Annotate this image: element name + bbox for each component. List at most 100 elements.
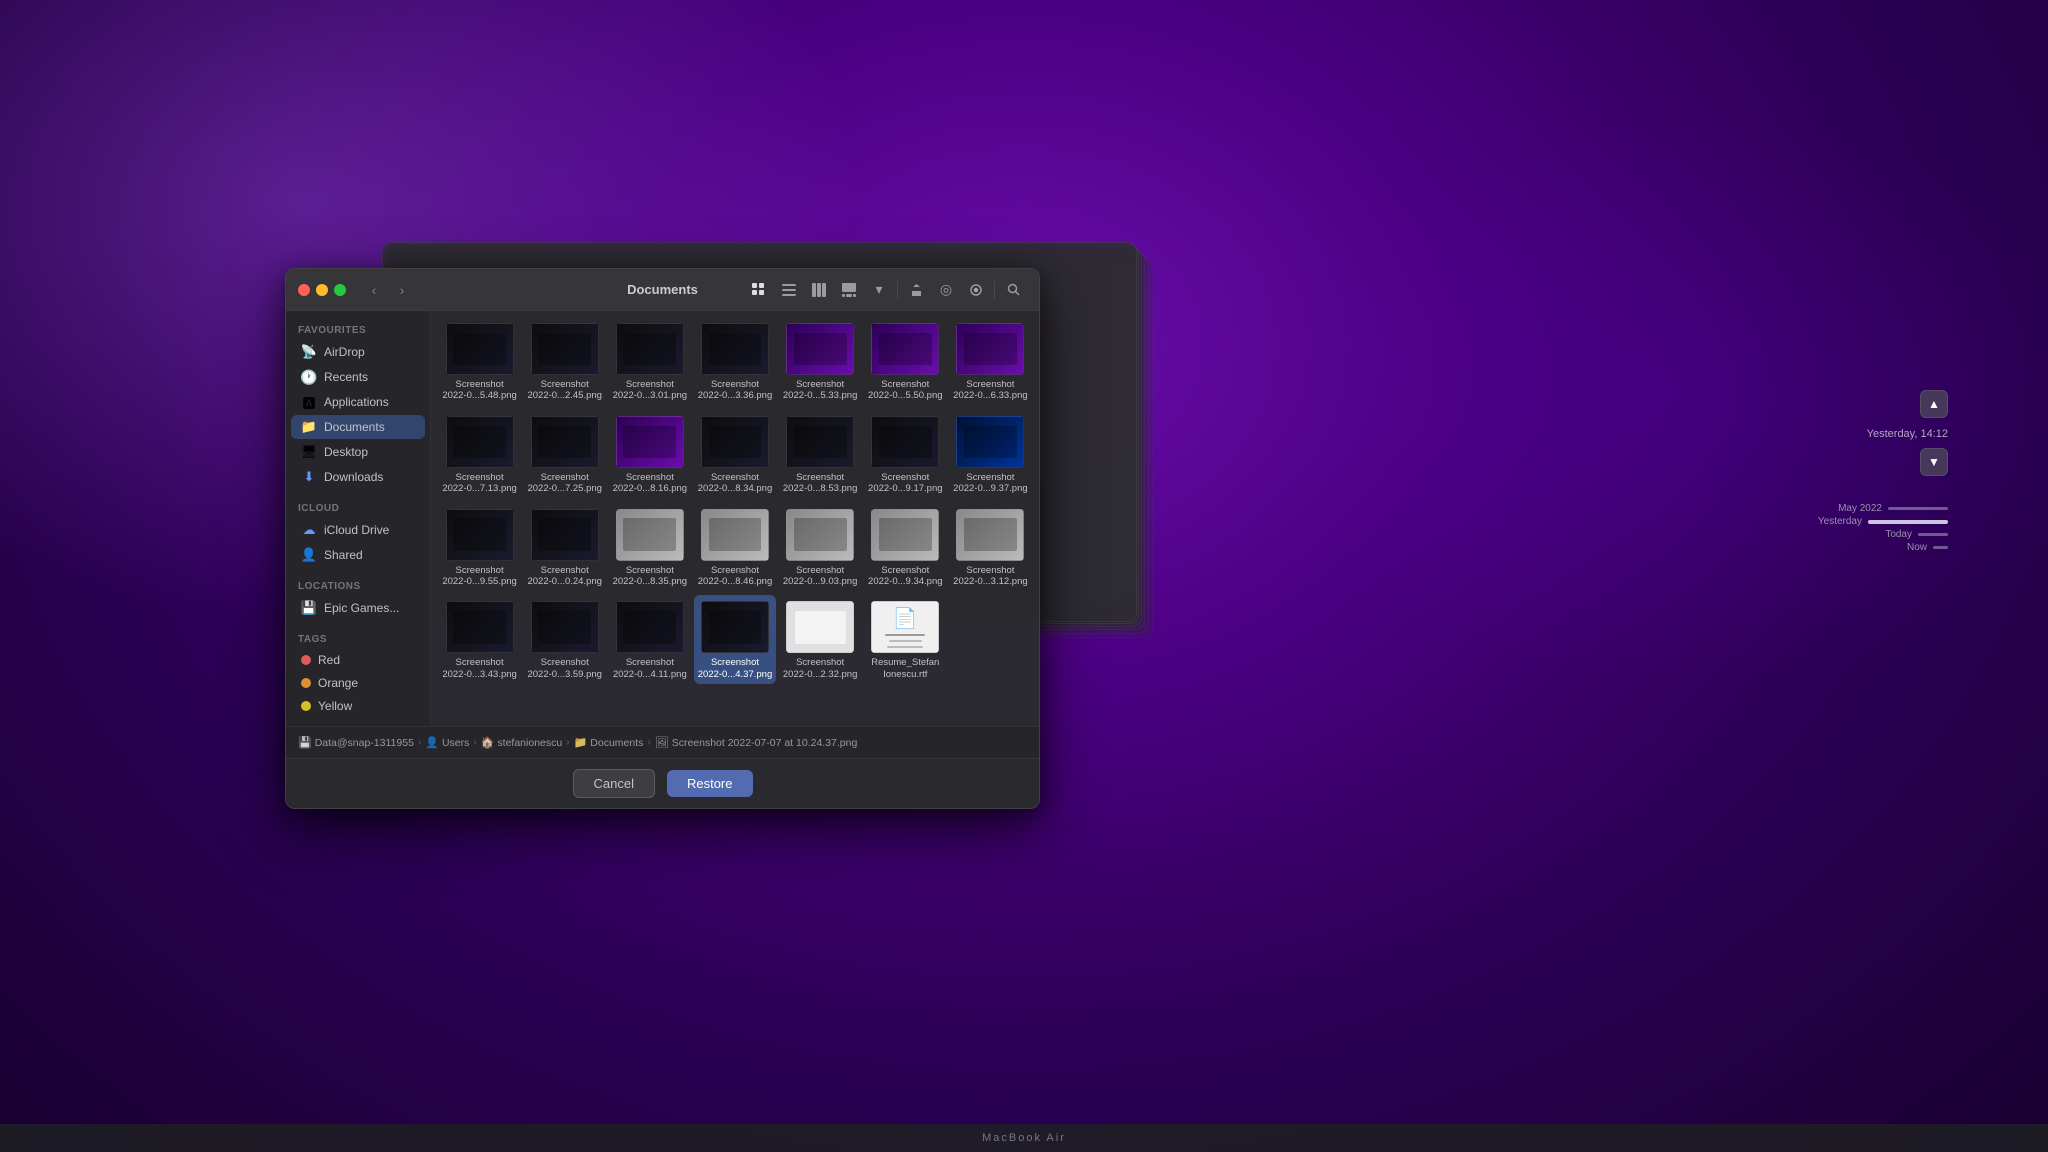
restore-button[interactable]: Restore (667, 770, 753, 797)
file-item[interactable]: Screenshot2022-0...0.24.png (524, 503, 605, 592)
file-item[interactable]: Screenshot2022-0...2.32.png (780, 595, 861, 684)
file-name: Screenshot2022-0...9.55.png (442, 565, 516, 588)
shared-icon: 👤 (301, 547, 317, 563)
sidebar-item-tag-yellow[interactable]: Yellow (291, 695, 425, 717)
file-thumbnail (701, 601, 769, 653)
view-gallery-button[interactable] (835, 276, 863, 304)
sidebar-item-downloads[interactable]: ⬇ Downloads (291, 465, 425, 489)
taskbar-label: MacBook Air (982, 1132, 1066, 1144)
file-thumbnail (701, 416, 769, 468)
share-button[interactable] (902, 276, 930, 304)
file-name: Screenshot2022-0...3.01.png (613, 379, 687, 402)
path-item-0[interactable]: 💾 Data@snap-1311955 (298, 736, 414, 749)
file-item[interactable]: Screenshot2022-0...4.37.png (694, 595, 775, 684)
tag-orange-label: Orange (318, 676, 358, 690)
favourites-label: Favourites (286, 319, 430, 339)
file-item[interactable]: Screenshot2022-0...3.59.png (524, 595, 605, 684)
file-item[interactable]: Screenshot2022-0...8.53.png (780, 410, 861, 499)
file-item[interactable]: Screenshot2022-0...3.36.png (694, 317, 775, 406)
sidebar-shared-label: Shared (324, 548, 363, 562)
file-thumbnail (616, 601, 684, 653)
back-button[interactable]: ‹ (362, 278, 386, 302)
icloud-drive-icon: ☁ (301, 522, 317, 538)
view-columns-button[interactable] (805, 276, 833, 304)
view-more-button[interactable]: ▾ (865, 276, 893, 304)
sidebar-item-tag-red[interactable]: Red (291, 649, 425, 671)
file-item[interactable]: Screenshot2022-0...9.17.png (865, 410, 946, 499)
timeline-row-now: Now (1867, 542, 1948, 553)
path-icon-1: 👤 (425, 736, 439, 749)
timeline-down-button[interactable]: ▼ (1920, 448, 1948, 476)
file-item[interactable]: Screenshot2022-0...7.25.png (524, 410, 605, 499)
path-item-2[interactable]: 🏠 stefanionescu (481, 736, 563, 749)
file-item[interactable]: Screenshot2022-0...3.01.png (609, 317, 690, 406)
file-item[interactable]: Screenshot2022-0...5.33.png (780, 317, 861, 406)
file-item[interactable]: Screenshot2022-0...8.16.png (609, 410, 690, 499)
file-name: Screenshot2022-0...3.59.png (527, 657, 601, 680)
path-item-4[interactable]: 🖼 Screenshot 2022-07-07 at 10.24.37.png (655, 736, 858, 749)
sidebar-item-icloud-drive[interactable]: ☁ iCloud Drive (291, 518, 425, 542)
file-name: Screenshot2022-0...7.13.png (442, 472, 516, 495)
file-thumbnail (786, 323, 854, 375)
close-button[interactable] (298, 284, 310, 296)
file-item[interactable]: Screenshot2022-0...5.48.png (439, 317, 520, 406)
path-item-3[interactable]: 📁 Documents (574, 736, 644, 749)
path-separator-3: › (647, 737, 650, 748)
file-grid: Screenshot2022-0...5.48.png Screenshot20… (439, 317, 1031, 684)
tag-button[interactable]: ◎ (932, 276, 960, 304)
path-separator-2: › (566, 737, 569, 748)
file-item[interactable]: Screenshot2022-0...9.03.png (780, 503, 861, 592)
maximize-button[interactable] (334, 284, 346, 296)
path-item-1[interactable]: 👤 Users (425, 736, 469, 749)
file-name: Screenshot2022-0...3.36.png (698, 379, 772, 402)
file-thumbnail (531, 601, 599, 653)
minimize-button[interactable] (316, 284, 328, 296)
file-item[interactable]: Screenshot2022-0...3.12.png (950, 503, 1031, 592)
sidebar-item-epic-games[interactable]: 💾 Epic Games... (291, 596, 425, 620)
file-name: Screenshot2022-0...3.43.png (442, 657, 516, 680)
file-thumbnail (531, 509, 599, 561)
file-item[interactable]: Screenshot2022-0...6.33.png (950, 317, 1031, 406)
file-item[interactable]: Screenshot2022-0...2.45.png (524, 317, 605, 406)
search-button[interactable] (999, 276, 1027, 304)
file-name: Screenshot2022-0...6.33.png (953, 379, 1027, 402)
file-thumbnail (531, 323, 599, 375)
sidebar-icloud-drive-label: iCloud Drive (324, 523, 389, 537)
file-name: Screenshot2022-0...5.33.png (783, 379, 857, 402)
file-item[interactable]: Screenshot2022-0...4.11.png (609, 595, 690, 684)
path-bar: 💾 Data@snap-1311955 › 👤 Users › 🏠 stefan… (286, 726, 1039, 758)
titlebar: ‹ › Documents (286, 269, 1039, 311)
timeline-up-button[interactable]: ▲ (1920, 390, 1948, 418)
file-grid-area[interactable]: Screenshot2022-0...5.48.png Screenshot20… (431, 311, 1039, 726)
action-button[interactable] (962, 276, 990, 304)
sidebar-item-shared[interactable]: 👤 Shared (291, 543, 425, 567)
sidebar-item-applications[interactable]: 🅰 Applications (291, 390, 425, 414)
file-item[interactable]: Screenshot2022-0...7.13.png (439, 410, 520, 499)
view-icon-grid-button[interactable] (745, 276, 773, 304)
sidebar-item-recents[interactable]: 🕐 Recents (291, 365, 425, 389)
file-name: Screenshot2022-0...8.34.png (698, 472, 772, 495)
file-thumbnail (701, 509, 769, 561)
epic-games-icon: 💾 (301, 600, 317, 616)
file-item[interactable]: Screenshot2022-0...8.46.png (694, 503, 775, 592)
file-item[interactable]: Screenshot2022-0...9.37.png (950, 410, 1031, 499)
sidebar-item-desktop[interactable]: 🖥 Desktop (291, 440, 425, 464)
cancel-button[interactable]: Cancel (573, 769, 655, 798)
timeline-row-today: Today (1852, 529, 1948, 540)
view-list-button[interactable] (775, 276, 803, 304)
file-item[interactable]: Screenshot2022-0...5.50.png (865, 317, 946, 406)
file-item[interactable]: Screenshot2022-0...9.34.png (865, 503, 946, 592)
file-thumbnail (446, 323, 514, 375)
forward-button[interactable]: › (390, 278, 414, 302)
sidebar-item-tag-orange[interactable]: Orange (291, 672, 425, 694)
sidebar-item-airdrop[interactable]: 📡 AirDrop (291, 340, 425, 364)
file-item[interactable]: Screenshot2022-0...8.35.png (609, 503, 690, 592)
file-item[interactable]: Screenshot2022-0...8.34.png (694, 410, 775, 499)
timeline-row-may: May 2022 (1822, 503, 1948, 514)
locations-label: Locations (286, 575, 430, 595)
file-item[interactable]: 📄 Resume_StefanIonescu.rtf (865, 595, 946, 684)
sidebar-item-documents[interactable]: 📁 Documents (291, 415, 425, 439)
path-separator-1: › (473, 737, 476, 748)
file-item[interactable]: Screenshot2022-0...3.43.png (439, 595, 520, 684)
file-item[interactable]: Screenshot2022-0...9.55.png (439, 503, 520, 592)
